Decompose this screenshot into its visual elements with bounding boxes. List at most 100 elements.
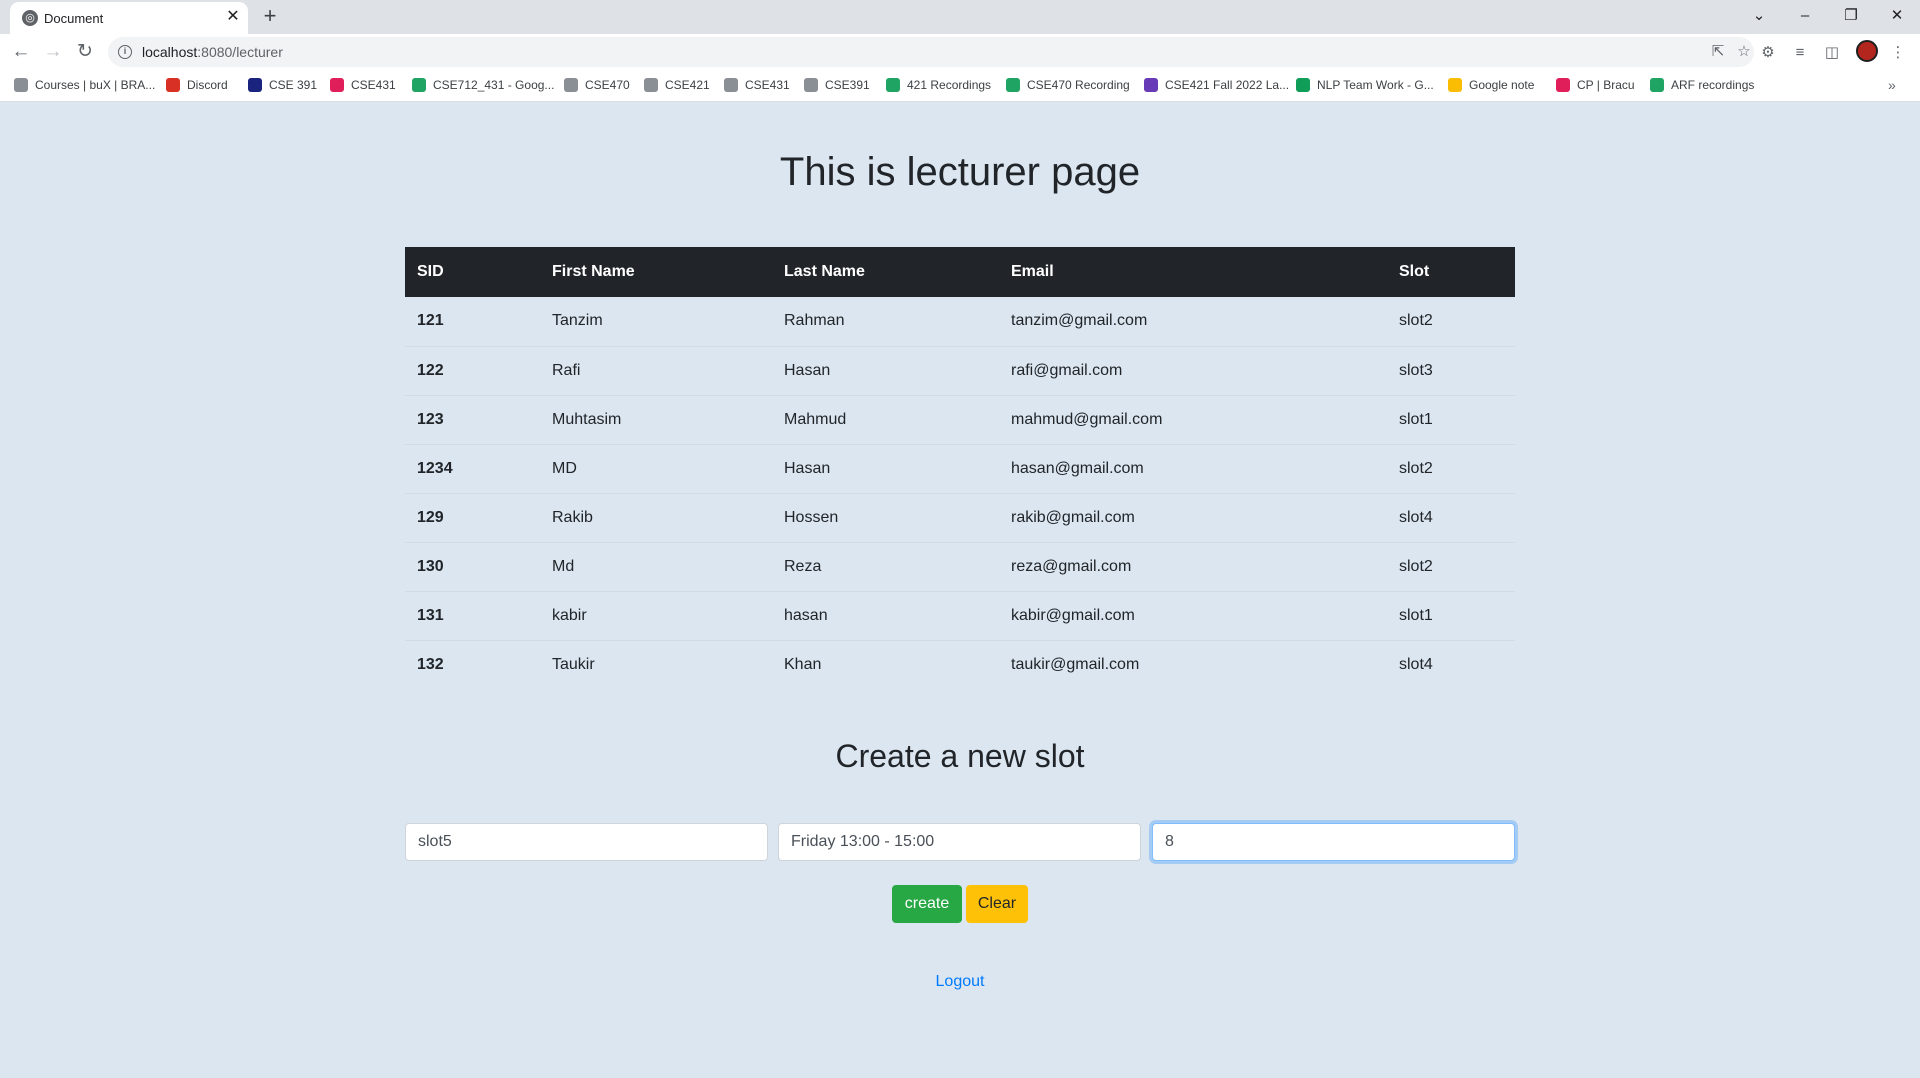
bookmark-label: Discord	[187, 78, 228, 92]
cell-slot: slot2	[1387, 297, 1515, 347]
bookmark-label: CSE431	[745, 78, 790, 92]
bookmark-label: Courses | buX | BRA...	[35, 78, 156, 92]
table-row: 132 Taukir Khan taukir@gmail.com slot4	[405, 640, 1515, 689]
bookmark-item[interactable]: CSE421 Fall 2022 La...	[1144, 78, 1289, 96]
close-window-button[interactable]: ✕	[1874, 2, 1920, 30]
bookmark-label: CSE470 Recording	[1027, 78, 1130, 92]
table-row: 1234 MD Hasan hasan@gmail.com slot2	[405, 444, 1515, 494]
bookmark-favicon-icon	[724, 78, 738, 92]
bookmark-item[interactable]: Courses | buX | BRA...	[14, 78, 155, 96]
url-host: localhost	[142, 44, 198, 60]
bookmark-favicon-icon	[564, 78, 578, 92]
slot-capacity-input[interactable]	[1152, 823, 1515, 861]
bookmark-item[interactable]: CSE 391	[248, 78, 317, 96]
globe-icon: ◎	[22, 10, 38, 26]
cell-last-name: Hasan	[772, 346, 999, 396]
bookmark-item[interactable]: CP | Bracu	[1556, 78, 1635, 96]
star-icon[interactable]: ☆	[1734, 42, 1754, 62]
new-tab-button[interactable]: +	[258, 5, 282, 29]
table-row: 121 Tanzim Rahman tanzim@gmail.com slot2	[405, 297, 1515, 347]
bookmark-favicon-icon	[166, 78, 180, 92]
cell-last-name: Reza	[772, 542, 999, 592]
bookmark-favicon-icon	[1650, 78, 1664, 92]
close-tab-icon[interactable]: ✕	[224, 8, 242, 26]
cell-last-name: Rahman	[772, 297, 999, 347]
forward-arrow-icon[interactable]: →	[40, 39, 66, 65]
table-row: 122 Rafi Hasan rafi@gmail.com slot3	[405, 346, 1515, 396]
bookmark-item[interactable]: CSE391	[804, 78, 870, 96]
cell-slot: slot3	[1387, 346, 1515, 396]
menu-icon[interactable]: ⋮	[1888, 43, 1908, 63]
bookmark-label: CSE391	[825, 78, 870, 92]
bookmark-item[interactable]: CSE431	[330, 78, 396, 96]
slot-time-input[interactable]	[778, 823, 1141, 861]
bookmark-label: CP | Bracu	[1577, 78, 1635, 92]
cell-email: mahmud@gmail.com	[999, 395, 1387, 445]
logout-link[interactable]: Logout	[0, 973, 1920, 991]
side-panel-icon[interactable]: ◫	[1822, 43, 1842, 63]
tab-document[interactable]: ◎ Document ✕	[10, 2, 248, 34]
cell-first-name: Md	[540, 542, 772, 592]
bookmark-favicon-icon	[1144, 78, 1158, 92]
restore-button[interactable]: ❐	[1828, 2, 1874, 30]
reload-icon[interactable]: ↻	[72, 39, 98, 65]
share-icon[interactable]: ⇱	[1708, 42, 1728, 62]
bookmark-item[interactable]: ARF recordings	[1650, 78, 1754, 96]
slot-name-input[interactable]	[405, 823, 768, 861]
bookmark-label: Google note	[1469, 78, 1535, 92]
bookmark-favicon-icon	[1556, 78, 1570, 92]
create-slot-title: Create a new slot	[835, 738, 1085, 774]
reading-list-icon[interactable]: ≡	[1790, 43, 1810, 63]
url-path: :8080/lecturer	[197, 44, 283, 60]
bookmark-item[interactable]: NLP Team Work - G...	[1296, 78, 1434, 96]
cell-first-name: Tanzim	[540, 297, 772, 347]
cell-email: hasan@gmail.com	[999, 444, 1387, 494]
header-first-name: First Name	[540, 247, 772, 297]
cell-email: rafi@gmail.com	[999, 346, 1387, 396]
table-row: 129 Rakib Hossen rakib@gmail.com slot4	[405, 493, 1515, 543]
table-header-row: SID First Name Last Name Email Slot	[405, 247, 1515, 297]
header-slot: Slot	[1387, 247, 1515, 297]
cell-email: rakib@gmail.com	[999, 493, 1387, 543]
create-button[interactable]: create	[892, 885, 962, 923]
cell-first-name: Rakib	[540, 493, 772, 543]
cell-sid: 121	[405, 297, 540, 347]
cell-last-name: Khan	[784, 655, 822, 673]
profile-avatar[interactable]	[1856, 40, 1878, 62]
browser-chrome: ◎ Document ✕ + ⌄ – ❐ ✕ ← → ↻ i localhost…	[0, 0, 1920, 102]
back-arrow-icon[interactable]: ←	[8, 39, 34, 65]
bookmark-favicon-icon	[1448, 78, 1462, 92]
bookmark-item[interactable]: Discord	[166, 78, 228, 96]
tab-title: Document	[44, 11, 104, 26]
students-table: SID First Name Last Name Email Slot 121 T…	[405, 247, 1515, 689]
cell-last-name: Hossen	[772, 493, 999, 543]
bookmarks-bar: Courses | buX | BRA... Discord CSE 391 CSE4…	[0, 70, 1920, 102]
clear-button[interactable]: Clear	[966, 885, 1028, 923]
cell-sid: 131	[405, 591, 540, 641]
bookmark-item[interactable]: CSE470	[564, 78, 630, 96]
bookmark-favicon-icon	[644, 78, 658, 92]
bookmark-item[interactable]: Google note	[1448, 78, 1534, 96]
info-icon[interactable]: i	[118, 45, 132, 59]
bookmark-item[interactable]: 421 Recordings	[886, 78, 991, 96]
header-last-name: Last Name	[772, 247, 999, 297]
cell-sid: 1234	[405, 444, 540, 494]
bookmark-item[interactable]: CSE712_431 - Goog...	[412, 78, 554, 96]
bookmarks-overflow-icon[interactable]: »	[1888, 77, 1896, 93]
cell-email: tanzim@gmail.com	[999, 297, 1387, 347]
bookmark-item[interactable]: CSE431	[724, 78, 790, 96]
bookmark-label: ARF recordings	[1671, 78, 1755, 92]
cell-email: taukir@gmail.com	[1011, 655, 1140, 673]
address-bar[interactable]: i localhost:8080/lecturer ⇱ ☆	[108, 37, 1754, 67]
cell-first-name: Muhtasim	[540, 395, 772, 445]
bookmark-item[interactable]: CSE470 Recording	[1006, 78, 1130, 96]
extensions-icon[interactable]: ⚙	[1758, 43, 1778, 63]
cell-last-name: Hasan	[772, 444, 999, 494]
cell-last-name: hasan	[772, 591, 999, 641]
bookmark-item[interactable]: CSE421	[644, 78, 710, 96]
tab-search-icon[interactable]: ⌄	[1736, 2, 1782, 30]
minimize-button[interactable]: –	[1782, 2, 1828, 30]
table-row: 123 Muhtasim Mahmud mahmud@gmail.com slot1	[405, 395, 1515, 445]
cell-sid: 130	[405, 542, 540, 592]
bookmark-label: CSE712_431 - Goog...	[433, 78, 555, 92]
